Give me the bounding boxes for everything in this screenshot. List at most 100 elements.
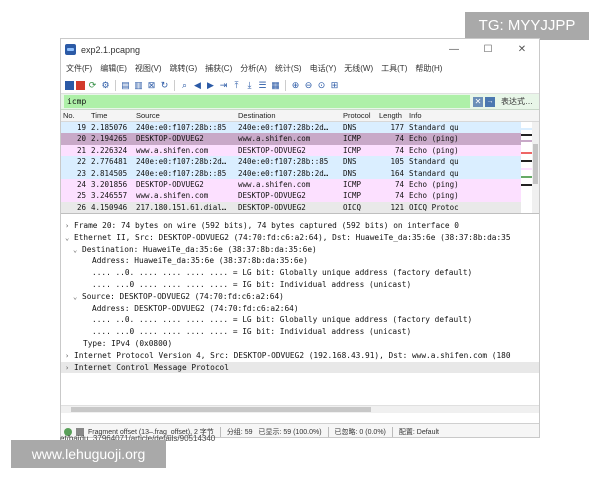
maximize-button[interactable]: ☐ xyxy=(471,44,505,55)
menu-go[interactable]: 跳转(G) xyxy=(170,63,198,74)
column-header-destination[interactable]: Destination xyxy=(236,110,341,121)
display-filter-input[interactable] xyxy=(64,95,470,108)
go-first-icon[interactable]: ⤒ xyxy=(231,80,242,91)
packet-time: 2.194265 xyxy=(91,134,128,144)
packet-row[interactable]: 24 3.201856 DESKTOP-ODVUEG2 www.a.shifen… xyxy=(61,178,539,191)
tree-item-src-ig-bit[interactable]: .... ...0 .... .... .... .... = IG bit: … xyxy=(61,326,539,338)
zoom-normal-icon[interactable]: ⊙ xyxy=(316,80,327,91)
find-packet-icon[interactable]: ⌕ xyxy=(179,80,190,91)
minimap-mark xyxy=(521,184,532,186)
packet-row[interactable]: 26 4.150946 217.180.151.61.dial… DESKTOP… xyxy=(61,201,539,213)
packet-row[interactable]: 25 3.246557 www.a.shifen.com DESKTOP-ODV… xyxy=(61,190,539,202)
details-horizontal-scrollbar[interactable] xyxy=(61,405,539,413)
menu-file[interactable]: 文件(F) xyxy=(66,63,92,74)
packet-row[interactable]: 23 2.814505 240e:e0:f107:28b::85 240e:e0… xyxy=(61,167,539,179)
column-header-time[interactable]: Time xyxy=(89,110,134,121)
tree-item-dst-ig-bit[interactable]: .... ...0 .... .... .... .... = IG bit: … xyxy=(61,279,539,291)
clear-filter-icon[interactable]: ✕ xyxy=(473,96,483,107)
packet-no: 21 xyxy=(76,145,86,155)
column-header-no[interactable]: No. xyxy=(61,110,89,121)
start-capture-icon[interactable] xyxy=(65,80,74,90)
packet-time: 4.150946 xyxy=(91,202,128,212)
menu-wireless[interactable]: 无线(W) xyxy=(344,63,373,74)
packet-time: 3.246557 xyxy=(91,191,128,201)
zoom-out-icon[interactable]: ⊖ xyxy=(303,80,314,91)
tree-item-source[interactable]: ⌄ Source: DESKTOP-ODVUEG2 (74:70:fd:c6:a2… xyxy=(61,291,539,303)
menu-view[interactable]: 视图(V) xyxy=(135,63,162,74)
packet-info: Standard qu xyxy=(409,157,459,167)
zoom-in-icon[interactable]: ⊕ xyxy=(290,80,301,91)
tree-item-dst-lg-bit[interactable]: .... ..0. .... .... .... .... = LG bit: … xyxy=(61,267,539,279)
restart-capture-icon[interactable]: ⟳ xyxy=(87,80,98,91)
minimap-mark xyxy=(521,152,532,154)
packet-length: 74 xyxy=(394,145,404,155)
status-profile[interactable]: 配置: Default xyxy=(399,427,439,437)
colorize-icon[interactable]: ▦ xyxy=(270,80,281,91)
tree-item-frame[interactable]: › Frame 20: 74 bytes on wire (592 bits), … xyxy=(61,220,539,232)
packet-row-selected[interactable]: 20 2.194265 DESKTOP-ODVUEG2 www.a.shifen… xyxy=(61,133,539,145)
column-header-length[interactable]: Length xyxy=(377,110,407,121)
minimap-mark xyxy=(521,134,532,136)
column-header-protocol[interactable]: Protocol xyxy=(341,110,377,121)
tree-item-label: Frame 20: 74 bytes on wire (592 bits), 7… xyxy=(74,221,459,230)
packet-length: 164 xyxy=(390,168,404,178)
packet-list-scrollbar[interactable] xyxy=(532,122,539,213)
capture-options-icon[interactable]: ⚙ xyxy=(100,80,111,91)
column-header-info[interactable]: Info xyxy=(407,110,479,121)
stop-capture-icon[interactable] xyxy=(76,80,85,90)
packet-info: Echo (ping) xyxy=(409,145,459,155)
packet-length: 74 xyxy=(394,134,404,144)
close-button[interactable]: ✕ xyxy=(505,44,539,55)
scrollbar-thumb[interactable] xyxy=(533,144,538,184)
packet-protocol: DNS xyxy=(343,157,357,167)
reload-file-icon[interactable]: ↻ xyxy=(159,80,170,91)
go-back-icon[interactable]: ◀ xyxy=(192,80,203,91)
packet-row[interactable]: 19 2.185076 240e:e0:f107:28b::85 240e:e0… xyxy=(61,122,539,134)
tree-item-icmp[interactable]: › Internet Control Message Protocol xyxy=(61,361,539,374)
tree-item-label: .... ...0 .... .... .... .... = IG bit: … xyxy=(92,279,412,289)
menu-telephony[interactable]: 电话(Y) xyxy=(310,63,337,74)
packet-length: 74 xyxy=(394,191,404,201)
scrollbar-thumb[interactable] xyxy=(71,407,371,412)
tree-item-destination[interactable]: ⌄ Destination: HuaweiTe_da:35:6e (38:37:8… xyxy=(61,244,539,256)
resize-columns-icon[interactable]: ⊞ xyxy=(329,80,340,91)
window-title: exp2.1.pcapng xyxy=(81,44,141,55)
packet-info: Standard qu xyxy=(409,123,459,132)
expression-button[interactable]: 表达式… xyxy=(501,96,533,107)
menu-edit[interactable]: 编辑(E) xyxy=(100,63,127,74)
minimap-mark xyxy=(521,128,532,130)
tree-item-ethernet[interactable]: ⌄ Ethernet II, Src: DESKTOP-ODVUEG2 (74:7… xyxy=(61,232,539,244)
packet-row[interactable]: 22 2.776481 240e:e0:f107:28b:2d… 240e:e0… xyxy=(61,156,539,168)
tree-item-label: Source: DESKTOP-ODVUEG2 (74:70:fd:c6:a2:… xyxy=(82,291,284,301)
apply-filter-icon[interactable]: → xyxy=(485,96,495,107)
go-last-icon[interactable]: ⤓ xyxy=(244,80,255,91)
minimize-button[interactable]: — xyxy=(437,44,471,55)
autoscroll-icon[interactable]: ☰ xyxy=(257,80,268,91)
menu-analyze[interactable]: 分析(A) xyxy=(240,63,267,74)
column-header-source[interactable]: Source xyxy=(134,110,236,121)
status-ignored: 已忽略: 0 (0.0%) xyxy=(334,428,386,436)
toolbar-separator xyxy=(115,79,116,91)
save-file-icon[interactable]: ▥ xyxy=(133,80,144,91)
tree-item-src-address[interactable]: Address: DESKTOP-ODVUEG2 (74:70:fd:c6:a2… xyxy=(61,303,539,315)
open-file-icon[interactable]: ▤ xyxy=(120,80,131,91)
tree-item-dst-address[interactable]: Address: HuaweiTe_da:35:6e (38:37:8b:da:… xyxy=(61,255,539,267)
tree-item-label: Internet Protocol Version 4, Src: DESKTO… xyxy=(74,350,511,360)
packet-destination: 240e:e0:f107:28b:2d… xyxy=(238,123,329,132)
packet-info: OICQ Protoc xyxy=(409,202,459,212)
menu-help[interactable]: 帮助(H) xyxy=(415,63,442,74)
go-to-packet-icon[interactable]: ⇥ xyxy=(218,80,229,91)
packet-row[interactable]: 21 2.226324 www.a.shifen.com DESKTOP-ODV… xyxy=(61,144,539,157)
menu-statistics[interactable]: 统计(S) xyxy=(275,63,302,74)
packet-source: www.a.shifen.com xyxy=(136,145,209,155)
tree-item-src-lg-bit[interactable]: .... ..0. .... .... .... .... = LG bit: … xyxy=(61,314,539,326)
menu-capture[interactable]: 捕获(C) xyxy=(205,63,232,74)
packet-destination: DESKTOP-ODVUEG2 xyxy=(238,191,306,201)
tree-item-ipv4[interactable]: › Internet Protocol Version 4, Src: DESKT… xyxy=(61,350,539,362)
menu-tools[interactable]: 工具(T) xyxy=(381,63,407,74)
close-file-icon[interactable]: ⊠ xyxy=(146,80,157,91)
packet-source: 240e:e0:f107:28b::85 xyxy=(136,123,227,132)
packet-minimap[interactable] xyxy=(521,122,532,213)
tree-item-type[interactable]: Type: IPv4 (0x0800) xyxy=(61,338,539,350)
go-forward-icon[interactable]: ▶ xyxy=(205,80,216,91)
